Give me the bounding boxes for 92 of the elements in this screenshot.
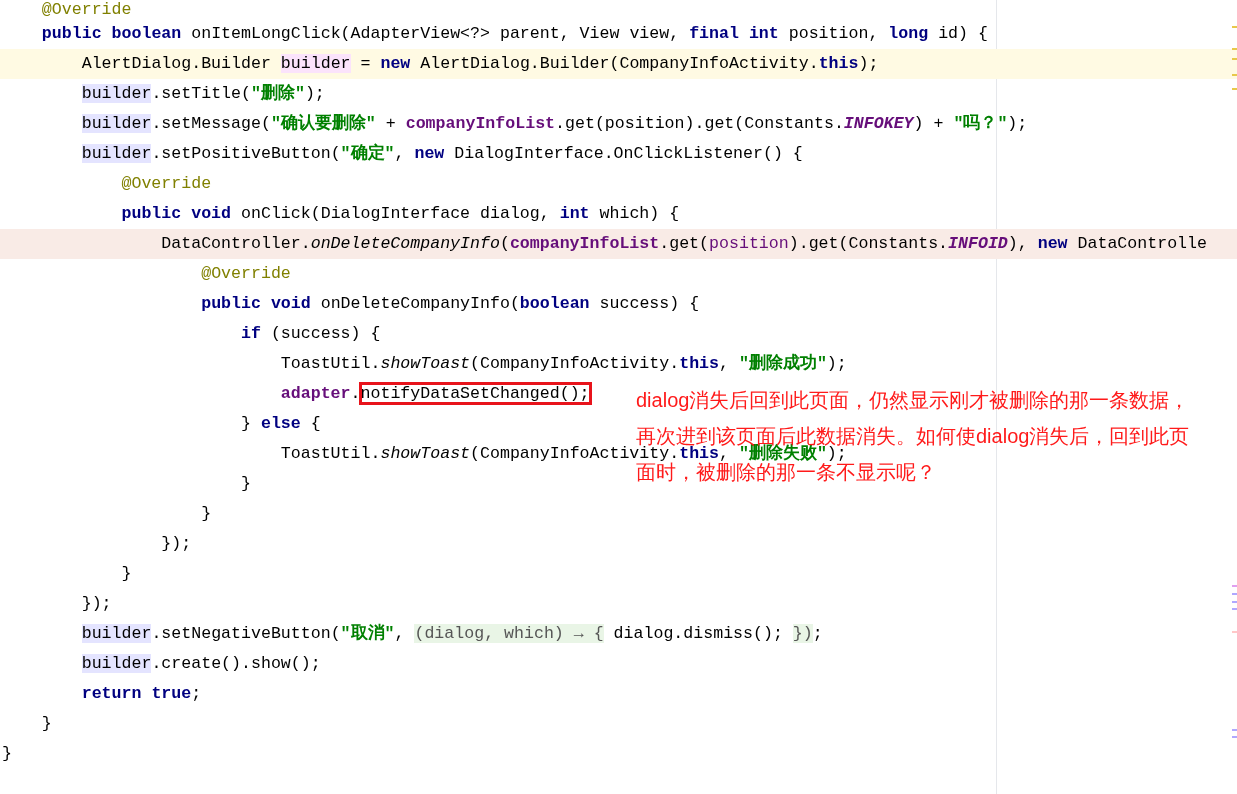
code-text: id) { — [938, 24, 988, 43]
keyword: new — [414, 144, 445, 163]
highlighted-identifier: builder — [280, 54, 351, 73]
code-text: , — [394, 144, 406, 163]
code-text: which) { — [599, 204, 680, 223]
code-text: ToastUtil. — [280, 444, 381, 463]
keyword: int — [559, 204, 590, 223]
string-literal: "取消" — [340, 624, 395, 643]
highlighted-identifier: builder — [81, 144, 152, 163]
code-text: position, — [788, 24, 880, 43]
code-text: , — [394, 624, 406, 643]
keyword: final int — [689, 24, 779, 43]
code-text: } — [2, 744, 12, 763]
code-text: .setTitle( — [151, 84, 251, 103]
code-text: ), — [1007, 234, 1029, 253]
code-text: ); — [858, 54, 879, 73]
code-text: ).get(Constants. — [788, 234, 949, 253]
code-text: ); — [826, 354, 847, 373]
code-text: .setMessage( — [151, 114, 271, 133]
keyword: public void — [121, 204, 232, 223]
method-name: onDeleteCompanyInfo — [310, 234, 500, 253]
code-text: success) { — [599, 294, 700, 313]
constant-name: INFOKEY — [843, 114, 914, 133]
method-name: showToast — [380, 354, 471, 373]
keyword: this — [818, 54, 859, 73]
code-text: .get(position).get(Constants. — [555, 114, 844, 133]
code-text: ); — [1007, 114, 1028, 133]
keyword: this — [679, 354, 719, 373]
code-text: DialogInterface.OnClickListener() { — [454, 144, 803, 163]
keyword: public void — [201, 294, 311, 313]
highlighted-identifier: builder — [81, 114, 152, 133]
code-text: .setNegativeButton( — [151, 624, 341, 643]
annotation-text: dialog消失后回到此页面，仍然显示刚才被删除的那一条数据， — [636, 389, 1190, 411]
code-text: } — [201, 504, 212, 523]
code-text: { — [310, 414, 321, 433]
annotation: @Override — [121, 174, 212, 193]
parameter-name: position — [709, 234, 789, 253]
code-text: }); — [81, 594, 112, 613]
code-text: } — [241, 474, 251, 493]
code-text: } — [41, 714, 52, 733]
field-name: companyInfoList — [509, 234, 660, 253]
keyword: new — [380, 54, 411, 73]
code-text: ; — [191, 684, 202, 703]
code-text: .get( — [659, 234, 710, 253]
code-text: onClick(DialogInterface dialog, — [241, 204, 551, 223]
code-text: = — [360, 54, 372, 73]
annotation: @Override — [201, 264, 291, 283]
keyword: long — [888, 24, 929, 43]
code-text: (CompanyInfoActivity. — [470, 354, 680, 373]
code-text: dialog.dismiss(); — [613, 624, 784, 643]
code-text: onDeleteCompanyInfo( — [320, 294, 520, 313]
code-text: AlertDialog.Builder(CompanyInfoActivity. — [420, 54, 819, 73]
field-name: adapter — [280, 384, 351, 403]
code-text: }); — [161, 534, 192, 553]
code-text: AlertDialog.Builder — [81, 54, 272, 73]
method-name: showToast — [380, 444, 471, 463]
keyword: new — [1037, 234, 1068, 253]
keyword: return true — [81, 684, 192, 703]
field-name: companyInfoList — [405, 114, 556, 133]
string-literal: "确定" — [340, 144, 395, 163]
code-text: onItemLongClick(AdapterView<?> parent, View view, — [191, 24, 681, 43]
highlighted-identifier: builder — [81, 624, 152, 643]
code-text: .setPositiveButton( — [151, 144, 341, 163]
highlight-box: notifyDataSetChanged(); — [360, 384, 590, 403]
highlighted-identifier: builder — [81, 84, 152, 103]
code-text: ( — [499, 234, 510, 253]
code-text: . — [350, 384, 361, 403]
string-literal: "删除" — [251, 84, 305, 103]
string-literal: "吗？" — [953, 114, 1008, 133]
string-literal: "确认要删除" — [270, 114, 376, 133]
code-text: ToastUtil. — [280, 354, 381, 373]
annotation: @Override — [41, 0, 132, 19]
keyword: else — [260, 414, 301, 433]
code-text: } — [121, 564, 132, 583]
code-text: DataControlle — [1077, 234, 1207, 253]
constant-name: INFOID — [948, 234, 1008, 253]
code-text: .create().show(); — [151, 654, 321, 673]
keyword: if — [241, 324, 261, 343]
code-text: } — [241, 414, 252, 433]
string-literal: "删除成功" — [738, 354, 827, 373]
annotation-text: 面时，被删除的那一条不显示呢？ — [636, 461, 936, 483]
folded-code: (dialog, which) → { — [414, 624, 604, 643]
code-text: ); — [304, 84, 325, 103]
code-text: + — [385, 114, 397, 133]
code-text: , — [719, 354, 730, 373]
code-text: ; — [812, 624, 823, 643]
folded-code: }) — [792, 624, 813, 643]
code-text: (success) { — [270, 324, 381, 343]
keyword: public boolean — [41, 24, 182, 43]
highlighted-identifier: builder — [81, 654, 152, 673]
code-text: DataController. — [161, 234, 311, 253]
keyword: boolean — [519, 294, 590, 313]
